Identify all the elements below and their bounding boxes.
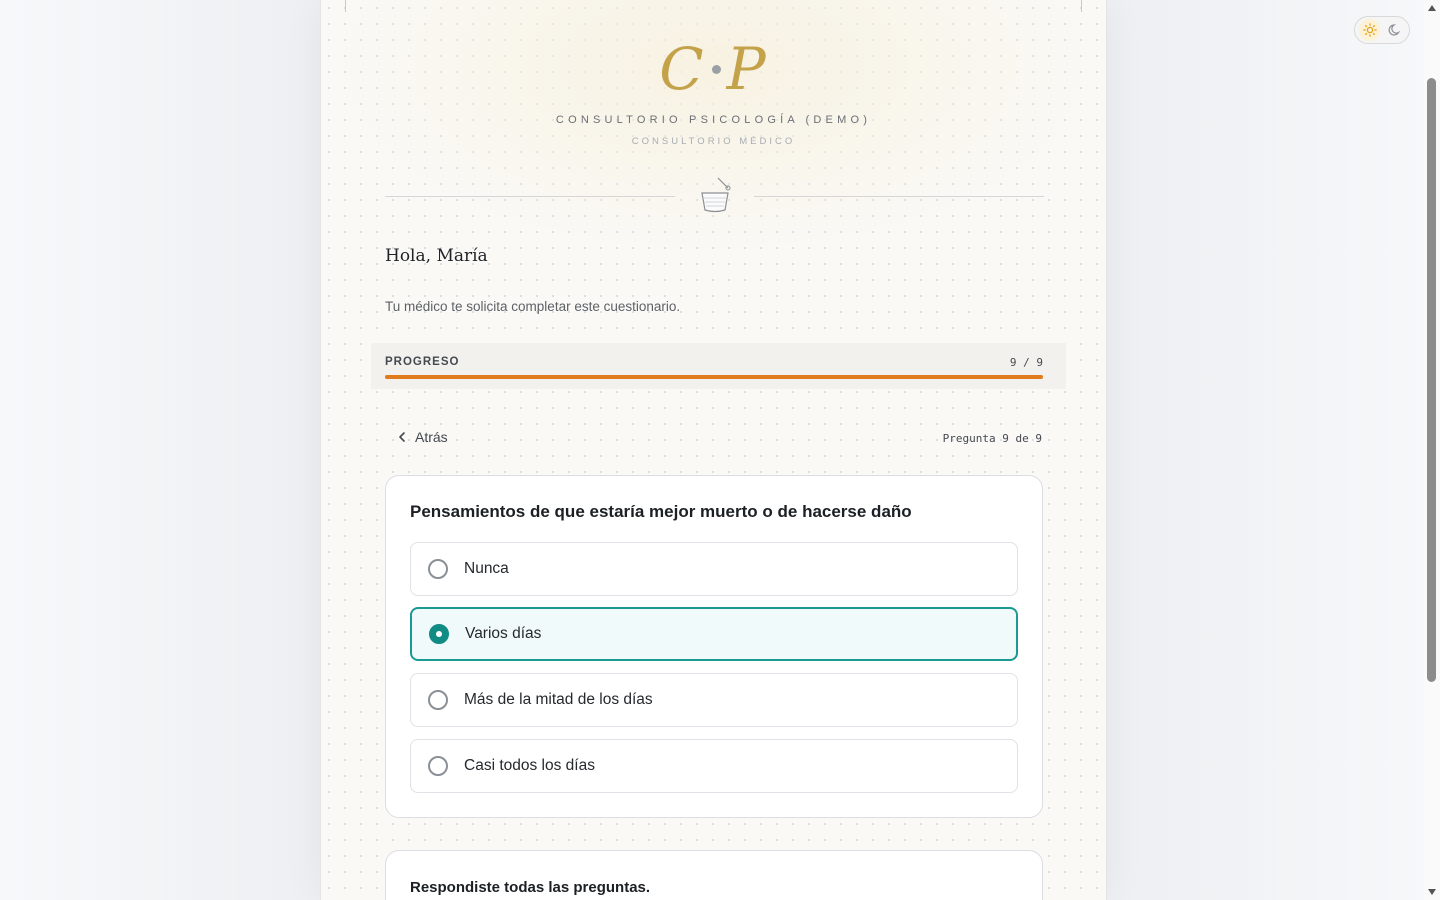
- page-scrollbar[interactable]: [1424, 0, 1440, 900]
- theme-toggle[interactable]: [1354, 16, 1410, 44]
- scroll-up-arrow-icon[interactable]: [1428, 5, 1436, 11]
- clinic-logo: CP: [321, 34, 1106, 104]
- completion-card: Respondiste todas las preguntas.: [385, 850, 1043, 900]
- scroll-down-arrow-icon[interactable]: [1428, 889, 1436, 895]
- light-theme-button[interactable]: [1359, 19, 1380, 41]
- completion-message: Respondiste todas las preguntas.: [410, 879, 651, 896]
- question-counter: Pregunta 9 de 9: [942, 432, 1042, 445]
- back-button-label: Atrás: [415, 429, 448, 445]
- question-title: Pensamientos de que estaría mejor muerto…: [410, 502, 912, 521]
- logo-letter-p: P: [726, 35, 768, 103]
- greeting-heading: Hola, María: [385, 246, 488, 266]
- question-card: Pensamientos de que estaría mejor muerto…: [385, 475, 1043, 818]
- request-message: Tu médico te solicita completar este cue…: [385, 299, 681, 314]
- option-label: Más de la mitad de los días: [464, 691, 653, 708]
- radio-button[interactable]: [429, 624, 449, 644]
- chevron-left-icon: [399, 432, 405, 442]
- answer-option-varios-dias[interactable]: Varios días: [410, 607, 1018, 661]
- option-label: Varios días: [465, 625, 542, 642]
- logo-letter-c: C: [659, 35, 706, 103]
- logo-dot: [711, 65, 721, 75]
- moon-icon: [1388, 24, 1400, 36]
- divider-left: [385, 196, 675, 197]
- scrollbar-thumb[interactable]: [1427, 78, 1436, 682]
- progress-bar: [385, 375, 1043, 379]
- progress-bar-fill: [385, 375, 1043, 379]
- clinic-subtitle: CONSULTORIO MÉDICO: [631, 136, 796, 147]
- answer-option-nunca[interactable]: Nunca: [410, 542, 1018, 596]
- dark-theme-button[interactable]: [1384, 19, 1405, 41]
- mortar-pestle-icon: [701, 177, 731, 213]
- progress-count: 9 / 9: [1009, 356, 1043, 369]
- sun-icon: [1362, 23, 1377, 37]
- progress-label: PROGRESO: [385, 356, 460, 368]
- questionnaire-page: CP CONSULTORIO PSICOLOGÍA (DEMO) CONSULT…: [320, 0, 1107, 900]
- back-button[interactable]: Atrás: [397, 429, 448, 445]
- radio-button[interactable]: [428, 559, 448, 579]
- option-label: Nunca: [464, 560, 509, 577]
- corner-mark-right: [1081, 0, 1082, 12]
- answer-option-casi-todos[interactable]: Casi todos los días: [410, 739, 1018, 793]
- divider-right: [754, 196, 1044, 197]
- option-label: Casi todos los días: [464, 757, 595, 774]
- corner-mark-left: [345, 0, 346, 12]
- progress-section: PROGRESO 9 / 9: [371, 343, 1066, 389]
- answer-option-mas-de-la-mitad[interactable]: Más de la mitad de los días: [410, 673, 1018, 727]
- clinic-name: CONSULTORIO PSICOLOGÍA (DEMO): [555, 114, 872, 126]
- radio-button[interactable]: [428, 756, 448, 776]
- radio-button[interactable]: [428, 690, 448, 710]
